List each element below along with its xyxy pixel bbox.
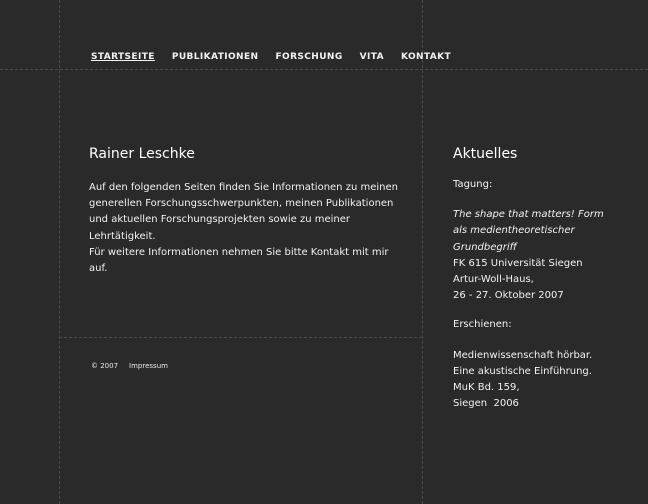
publication-line-3: MuK Bd. 159,	[453, 382, 520, 394]
sidebar-title: Aktuelles	[453, 146, 518, 162]
guide-line-footer	[59, 337, 422, 338]
tagung-title-line-2: als medientheoretischer	[453, 225, 575, 237]
intro-paragraph-1: Auf den folgenden Seiten finden Sie Info…	[89, 182, 398, 242]
publication-entry: Medienwissenschaft hörbar. Eine akustisc…	[453, 348, 633, 413]
erschienen-label: Erschienen:	[453, 319, 512, 331]
page: STARTSEITE PUBLIKATIONEN FORSCHUNG VITA …	[0, 0, 648, 504]
tagung-label: Tagung:	[453, 179, 493, 190]
tagung-detail-line-2: Artur-Woll-Haus,	[453, 274, 534, 286]
guide-line-left	[59, 0, 60, 504]
intro-text: Auf den folgenden Seiten finden Sie Info…	[89, 180, 399, 277]
publication-line-4: Siegen 2006	[453, 398, 519, 410]
guide-line-top	[0, 69, 648, 70]
nav-publikationen[interactable]: PUBLIKATIONEN	[172, 51, 259, 63]
impressum-link[interactable]: Impressum	[129, 362, 168, 370]
tagung-detail-line-1: FK 615 Universität Siegen	[453, 257, 583, 269]
intro-paragraph-2: Für weitere Informationen nehmen Sie bit…	[89, 246, 389, 275]
page-title: Rainer Leschke	[89, 146, 195, 162]
tagung-detail-line-3: 26 - 27. Oktober 2007	[453, 290, 564, 302]
tagung-title-line-1: The shape that matters! Form	[453, 209, 604, 221]
guide-line-right	[422, 0, 423, 504]
tagung-entry: The shape that matters! Form als medient…	[453, 207, 633, 304]
publication-line-2: Eine akustische Einführung.	[453, 365, 592, 377]
news-sidebar: Aktuelles Tagung: The shape that matters…	[453, 146, 633, 425]
main-nav: STARTSEITE PUBLIKATIONEN FORSCHUNG VITA …	[91, 51, 468, 63]
footer: © 2007 Impressum	[91, 362, 168, 370]
nav-kontakt[interactable]: KONTAKT	[401, 51, 451, 63]
copyright: © 2007	[91, 362, 119, 370]
nav-forschung[interactable]: FORSCHUNG	[275, 51, 342, 63]
publication-line-1: Medienwissenschaft hörbar.	[453, 349, 593, 361]
nav-startseite[interactable]: STARTSEITE	[91, 51, 155, 63]
tagung-title-line-3: Grundbegriff	[453, 241, 517, 253]
nav-vita[interactable]: VITA	[360, 51, 384, 63]
